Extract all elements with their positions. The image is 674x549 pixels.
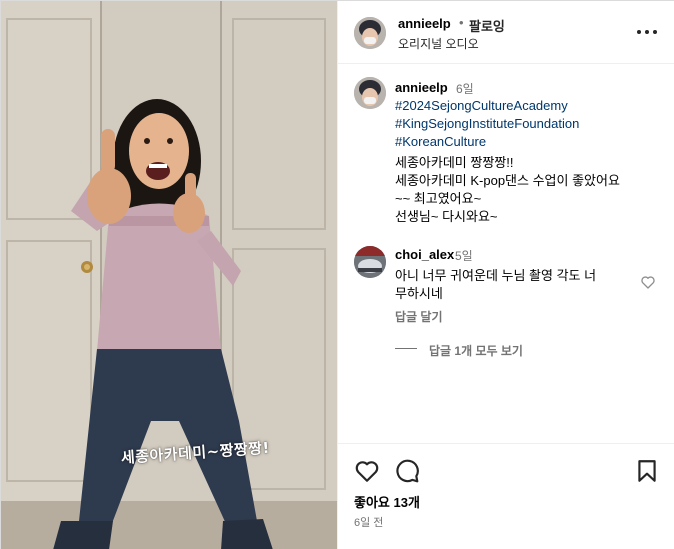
audio-link[interactable]: 오리지널 오디오 [398,35,479,52]
caption-username[interactable]: annieelp [395,80,448,95]
comment-time: 5일 [455,249,473,263]
post-media[interactable]: 세종아카데미~짱짱짱! [1,1,337,549]
heart-outline-icon[interactable] [354,458,380,484]
hashtag-link[interactable]: #KoreanCulture [395,134,486,149]
view-replies-button[interactable]: 답글 1개 모두 보기 [429,342,523,359]
more-horizontal-icon[interactable] [636,24,658,40]
post-side-panel: annieelp • 팔로잉 오리지널 오디오 annieelp 6일 #202… [337,1,674,549]
comment-text-line: 무하시네 [395,286,443,301]
bookmark-icon[interactable] [634,458,660,484]
author-avatar[interactable] [354,17,386,49]
commenter-avatar[interactable] [354,246,386,278]
header-separator: • [459,15,464,30]
following-button[interactable]: 팔로잉 [469,16,505,35]
post-date: 6일 전 [354,517,384,529]
author-avatar-image [354,17,386,49]
caption-text-line: 세종아카데미 K-pop댄스 수업이 좋았어요 [395,173,620,188]
caption-text-line: 선생님~ 다시와요~ [395,209,498,224]
caption-text-line: ~~ 최고였어요~ [395,191,482,206]
commenter-username[interactable]: choi_alex [395,247,454,262]
post-photo [1,1,337,549]
comment-text-line: 아니 너무 귀여운데 누님 촬영 각도 너 [395,268,597,283]
likes-count[interactable]: 좋아요 13개 [354,492,420,511]
post-actions: 좋아요 13개 6일 전 [338,443,674,549]
heart-outline-icon[interactable] [640,274,656,290]
author-username[interactable]: annieelp [398,16,451,31]
caption-text-line: 세종아카데미 짱짱짱!! [395,155,514,170]
post-dialog: 세종아카데미~짱짱짱! annieelp • 팔로잉 오리지널 오디오 anni… [0,0,674,549]
caption-time: 6일 [456,82,474,96]
hashtag-link[interactable]: #2024SejongCultureAcademy [395,98,568,113]
caption-avatar[interactable] [354,77,386,109]
caption-avatar-image [354,77,386,109]
commenter-avatar-image [354,246,386,278]
view-replies-divider [395,348,417,349]
reply-button[interactable]: 답글 달기 [395,308,443,325]
hashtag-link[interactable]: #KingSejongInstituteFoundation [395,116,579,131]
post-header: annieelp • 팔로잉 오리지널 오디오 [338,1,674,64]
comment-icon[interactable] [394,458,420,484]
